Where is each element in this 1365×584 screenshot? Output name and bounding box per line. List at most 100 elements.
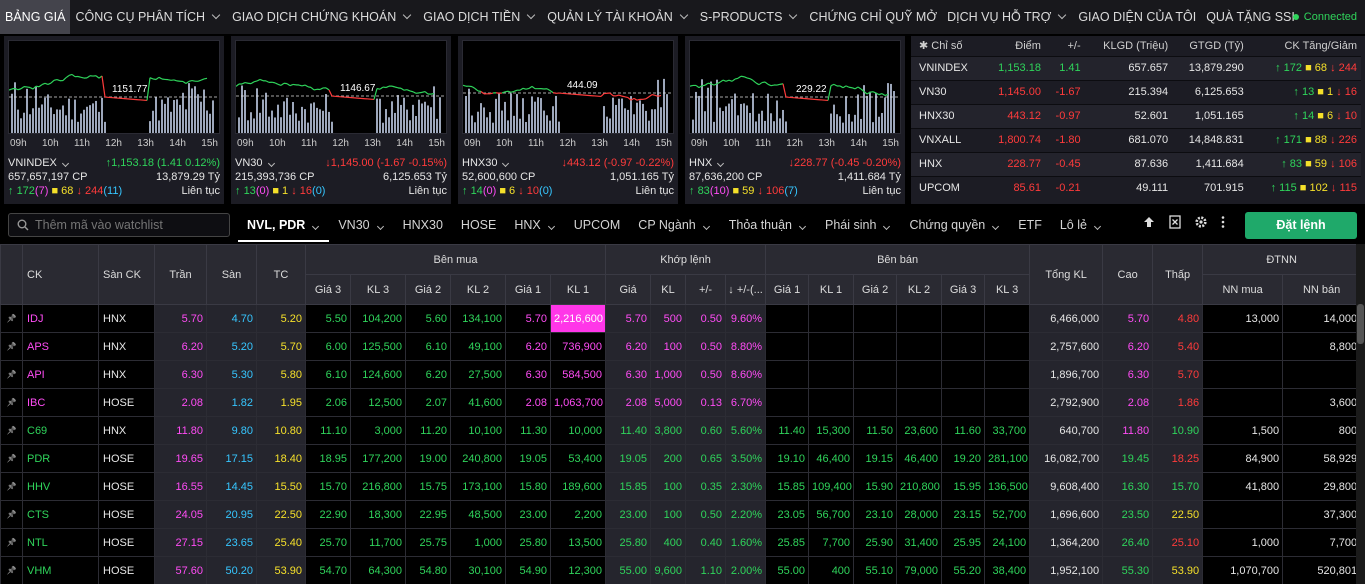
nav-item-5[interactable]: S-PRODUCTS <box>695 0 805 34</box>
index-panel-vn30[interactable]: 1146.67 09h 10h 11h 12h 13h 14h 15h VN30 ↓1,145.0… <box>231 36 451 204</box>
index-panel-vnindex[interactable]: 1151.77 09h 10h 11h 12h 13h 14h 15h VNINDEX ↑1,15… <box>4 36 224 204</box>
column-header[interactable]: Giá 3 <box>941 274 986 305</box>
stock-row-cts[interactable]: 📌 CTS HOSE 24.05 20.95 22.50 22.90 18,300 22.95 4… <box>0 500 1356 529</box>
column-header[interactable]: Tổng KL <box>1029 244 1104 305</box>
pin-icon[interactable]: 📌 <box>0 556 23 584</box>
tab-5[interactable]: UPCOM <box>565 208 630 242</box>
pin-icon[interactable]: 📌 <box>0 388 23 417</box>
nav-item-1[interactable]: CÔNG CỤ PHÂN TÍCH <box>70 0 227 34</box>
more-vertical-icon[interactable] <box>1220 215 1226 229</box>
nav-item-7[interactable]: DỊCH VỤ HỖ TRỢ <box>942 0 1073 34</box>
column-header[interactable] <box>0 244 23 305</box>
tab-2[interactable]: HNX30 <box>394 208 452 242</box>
index-panel-hnx[interactable]: 229.22 09h 10h 11h 12h 13h 14h 15h HNX ↓228.77 (-… <box>685 36 905 204</box>
pin-icon[interactable]: 📌 <box>0 444 23 473</box>
tab-11[interactable]: Lô lẻ <box>1051 208 1111 242</box>
gear-icon[interactable]: ✱ <box>919 40 931 52</box>
stock-symbol[interactable]: HHV <box>22 472 99 501</box>
watchlist-input[interactable] <box>35 218 215 232</box>
column-header[interactable]: Giá 1 <box>505 274 551 305</box>
column-header[interactable]: Sàn <box>206 244 257 305</box>
tab-0[interactable]: NVL, PDR <box>238 208 330 242</box>
nav-item-3[interactable]: GIAO DỊCH TIỀN <box>418 0 542 34</box>
nav-item-2[interactable]: GIAO DỊCH CHỨNG KHOÁN <box>227 0 418 34</box>
index-name[interactable]: VNINDEX <box>8 156 69 170</box>
nav-item-6[interactable]: CHỨNG CHỈ QUỸ MỞ <box>804 0 942 34</box>
tab-4[interactable]: HNX <box>505 208 564 242</box>
column-header[interactable]: Giá 2 <box>853 274 898 305</box>
gear-icon[interactable] <box>1194 215 1208 229</box>
pin-icon[interactable]: 📌 <box>0 332 23 361</box>
excel-icon[interactable] <box>1168 215 1182 229</box>
tab-9[interactable]: Chứng quyền <box>900 208 1009 242</box>
stock-row-hhv[interactable]: 📌 HHV HOSE 16.55 14.45 15.50 15.70 216,800 15.75… <box>0 472 1356 501</box>
column-header[interactable]: ĐTNN <box>1202 244 1356 275</box>
tab-7[interactable]: Thỏa thuận <box>720 208 816 242</box>
nav-item-0[interactable]: BẢNG GIÁ <box>0 0 71 34</box>
column-header[interactable]: +/- <box>685 274 727 305</box>
nav-item-4[interactable]: QUẢN LÝ TÀI KHOẢN <box>542 0 695 34</box>
board-scrollbar[interactable] <box>1356 244 1365 584</box>
tab-8[interactable]: Phái sinh <box>816 208 900 242</box>
column-header[interactable]: KL 1 <box>808 274 855 305</box>
column-header[interactable]: Cao <box>1102 244 1154 305</box>
stock-symbol[interactable]: C69 <box>22 416 99 445</box>
stock-symbol[interactable]: PDR <box>22 444 99 473</box>
index-row-hnx[interactable]: HNX 228.77 -0.45 87.636 1,411.684 ↑ 83 ■ 59 ↓… <box>911 151 1361 176</box>
pin-top-icon[interactable] <box>1142 215 1156 229</box>
column-header[interactable]: KL <box>650 274 687 305</box>
index-name[interactable]: VN30 <box>235 156 275 170</box>
tab-10[interactable]: ETF <box>1009 208 1051 242</box>
index-name[interactable]: HNX <box>689 156 725 170</box>
stock-row-api[interactable]: 📌 API HNX 6.30 5.30 5.80 6.10 124,600 6.20 27,500… <box>0 360 1356 389</box>
column-header[interactable]: Sàn CK <box>98 244 155 305</box>
column-header[interactable]: Khớp lệnh <box>605 244 767 275</box>
stock-row-vhm[interactable]: 📌 VHM HOSE 57.60 50.20 53.90 54.70 64,300 54.80 3… <box>0 556 1356 584</box>
stock-row-aps[interactable]: 📌 APS HNX 6.20 5.20 5.70 6.00 125,500 6.10 49,100… <box>0 332 1356 361</box>
column-header[interactable]: Trần <box>154 244 207 305</box>
nav-item-8[interactable]: GIAO DIỆN CỦA TÔI <box>1073 0 1201 34</box>
nav-item-9[interactable]: QUÀ TẶNG SSI <box>1201 0 1300 34</box>
stock-row-idj[interactable]: 📌 IDJ HNX 5.70 4.70 5.20 5.50 104,200 5.60 134,10… <box>0 304 1356 333</box>
pin-icon[interactable]: 📌 <box>0 304 23 333</box>
stock-row-pdr[interactable]: 📌 PDR HOSE 19.65 17.15 18.40 18.95 177,200 19.00… <box>0 444 1356 473</box>
column-header[interactable]: TC <box>256 244 306 305</box>
pin-icon[interactable]: 📌 <box>0 472 23 501</box>
column-header[interactable]: CK <box>22 244 99 305</box>
stock-row-ntl[interactable]: 📌 NTL HOSE 27.15 23.65 25.40 25.70 11,700 25.75 1… <box>0 528 1356 557</box>
sort-down-icon[interactable]: ↓ <box>728 284 737 296</box>
column-header[interactable]: Bên bán <box>765 244 1031 275</box>
index-row-vnxall[interactable]: VNXALL 1,800.74 -1.80 681.070 14,848.831 ↑ 17… <box>911 127 1361 152</box>
index-panel-hnx30[interactable]: 444.09 09h 10h 11h 12h 13h 14h 15h HNX30 ↓443.12 … <box>458 36 678 204</box>
column-header[interactable]: ↓ +/-(... <box>725 274 767 305</box>
index-row-upcom[interactable]: UPCOM 85.61 -0.21 49.111 701.915 ↑ 115 ■ 102 … <box>911 175 1361 200</box>
pin-icon[interactable]: 📌 <box>0 528 23 557</box>
watchlist-search[interactable] <box>8 213 230 237</box>
tab-1[interactable]: VN30 <box>329 208 393 242</box>
stock-symbol[interactable]: IDJ <box>22 304 99 333</box>
stock-symbol[interactable]: API <box>22 360 99 389</box>
stock-symbol[interactable]: VHM <box>22 556 99 584</box>
column-header[interactable]: KL 2 <box>450 274 506 305</box>
column-header[interactable]: Giá 2 <box>405 274 451 305</box>
column-header[interactable]: KL 1 <box>549 274 607 305</box>
index-row-vn30[interactable]: VN30 1,145.00 -1.67 215.394 6,125.653 ↑ 13 ■ … <box>911 79 1361 104</box>
stock-symbol[interactable]: IBC <box>22 388 99 417</box>
scrollbar-thumb[interactable] <box>1357 304 1364 344</box>
tab-6[interactable]: CP Ngành <box>629 208 719 242</box>
column-header[interactable]: Giá <box>605 274 652 305</box>
pin-icon[interactable]: 📌 <box>0 416 23 445</box>
column-header[interactable]: Giá 1 <box>765 274 810 305</box>
index-row-hnx30[interactable]: HNX30 443.12 -0.97 52.601 1,051.165 ↑ 14 ■ 6 … <box>911 103 1361 128</box>
stock-symbol[interactable]: APS <box>22 332 99 361</box>
pin-icon[interactable]: 📌 <box>0 500 23 529</box>
column-header[interactable]: NN bán <box>1282 274 1356 305</box>
stock-row-c69[interactable]: 📌 C69 HNX 11.80 9.80 10.80 11.10 3,000 11.20 10,1… <box>0 416 1356 445</box>
column-header[interactable]: Thấp <box>1152 244 1204 305</box>
column-header[interactable]: KL 3 <box>350 274 406 305</box>
column-header[interactable]: NN mua <box>1202 274 1284 305</box>
column-header[interactable]: Giá 3 <box>305 274 351 305</box>
stock-symbol[interactable]: NTL <box>22 528 99 557</box>
column-header[interactable]: Bên mua <box>304 244 607 275</box>
index-name[interactable]: HNX30 <box>462 156 510 170</box>
